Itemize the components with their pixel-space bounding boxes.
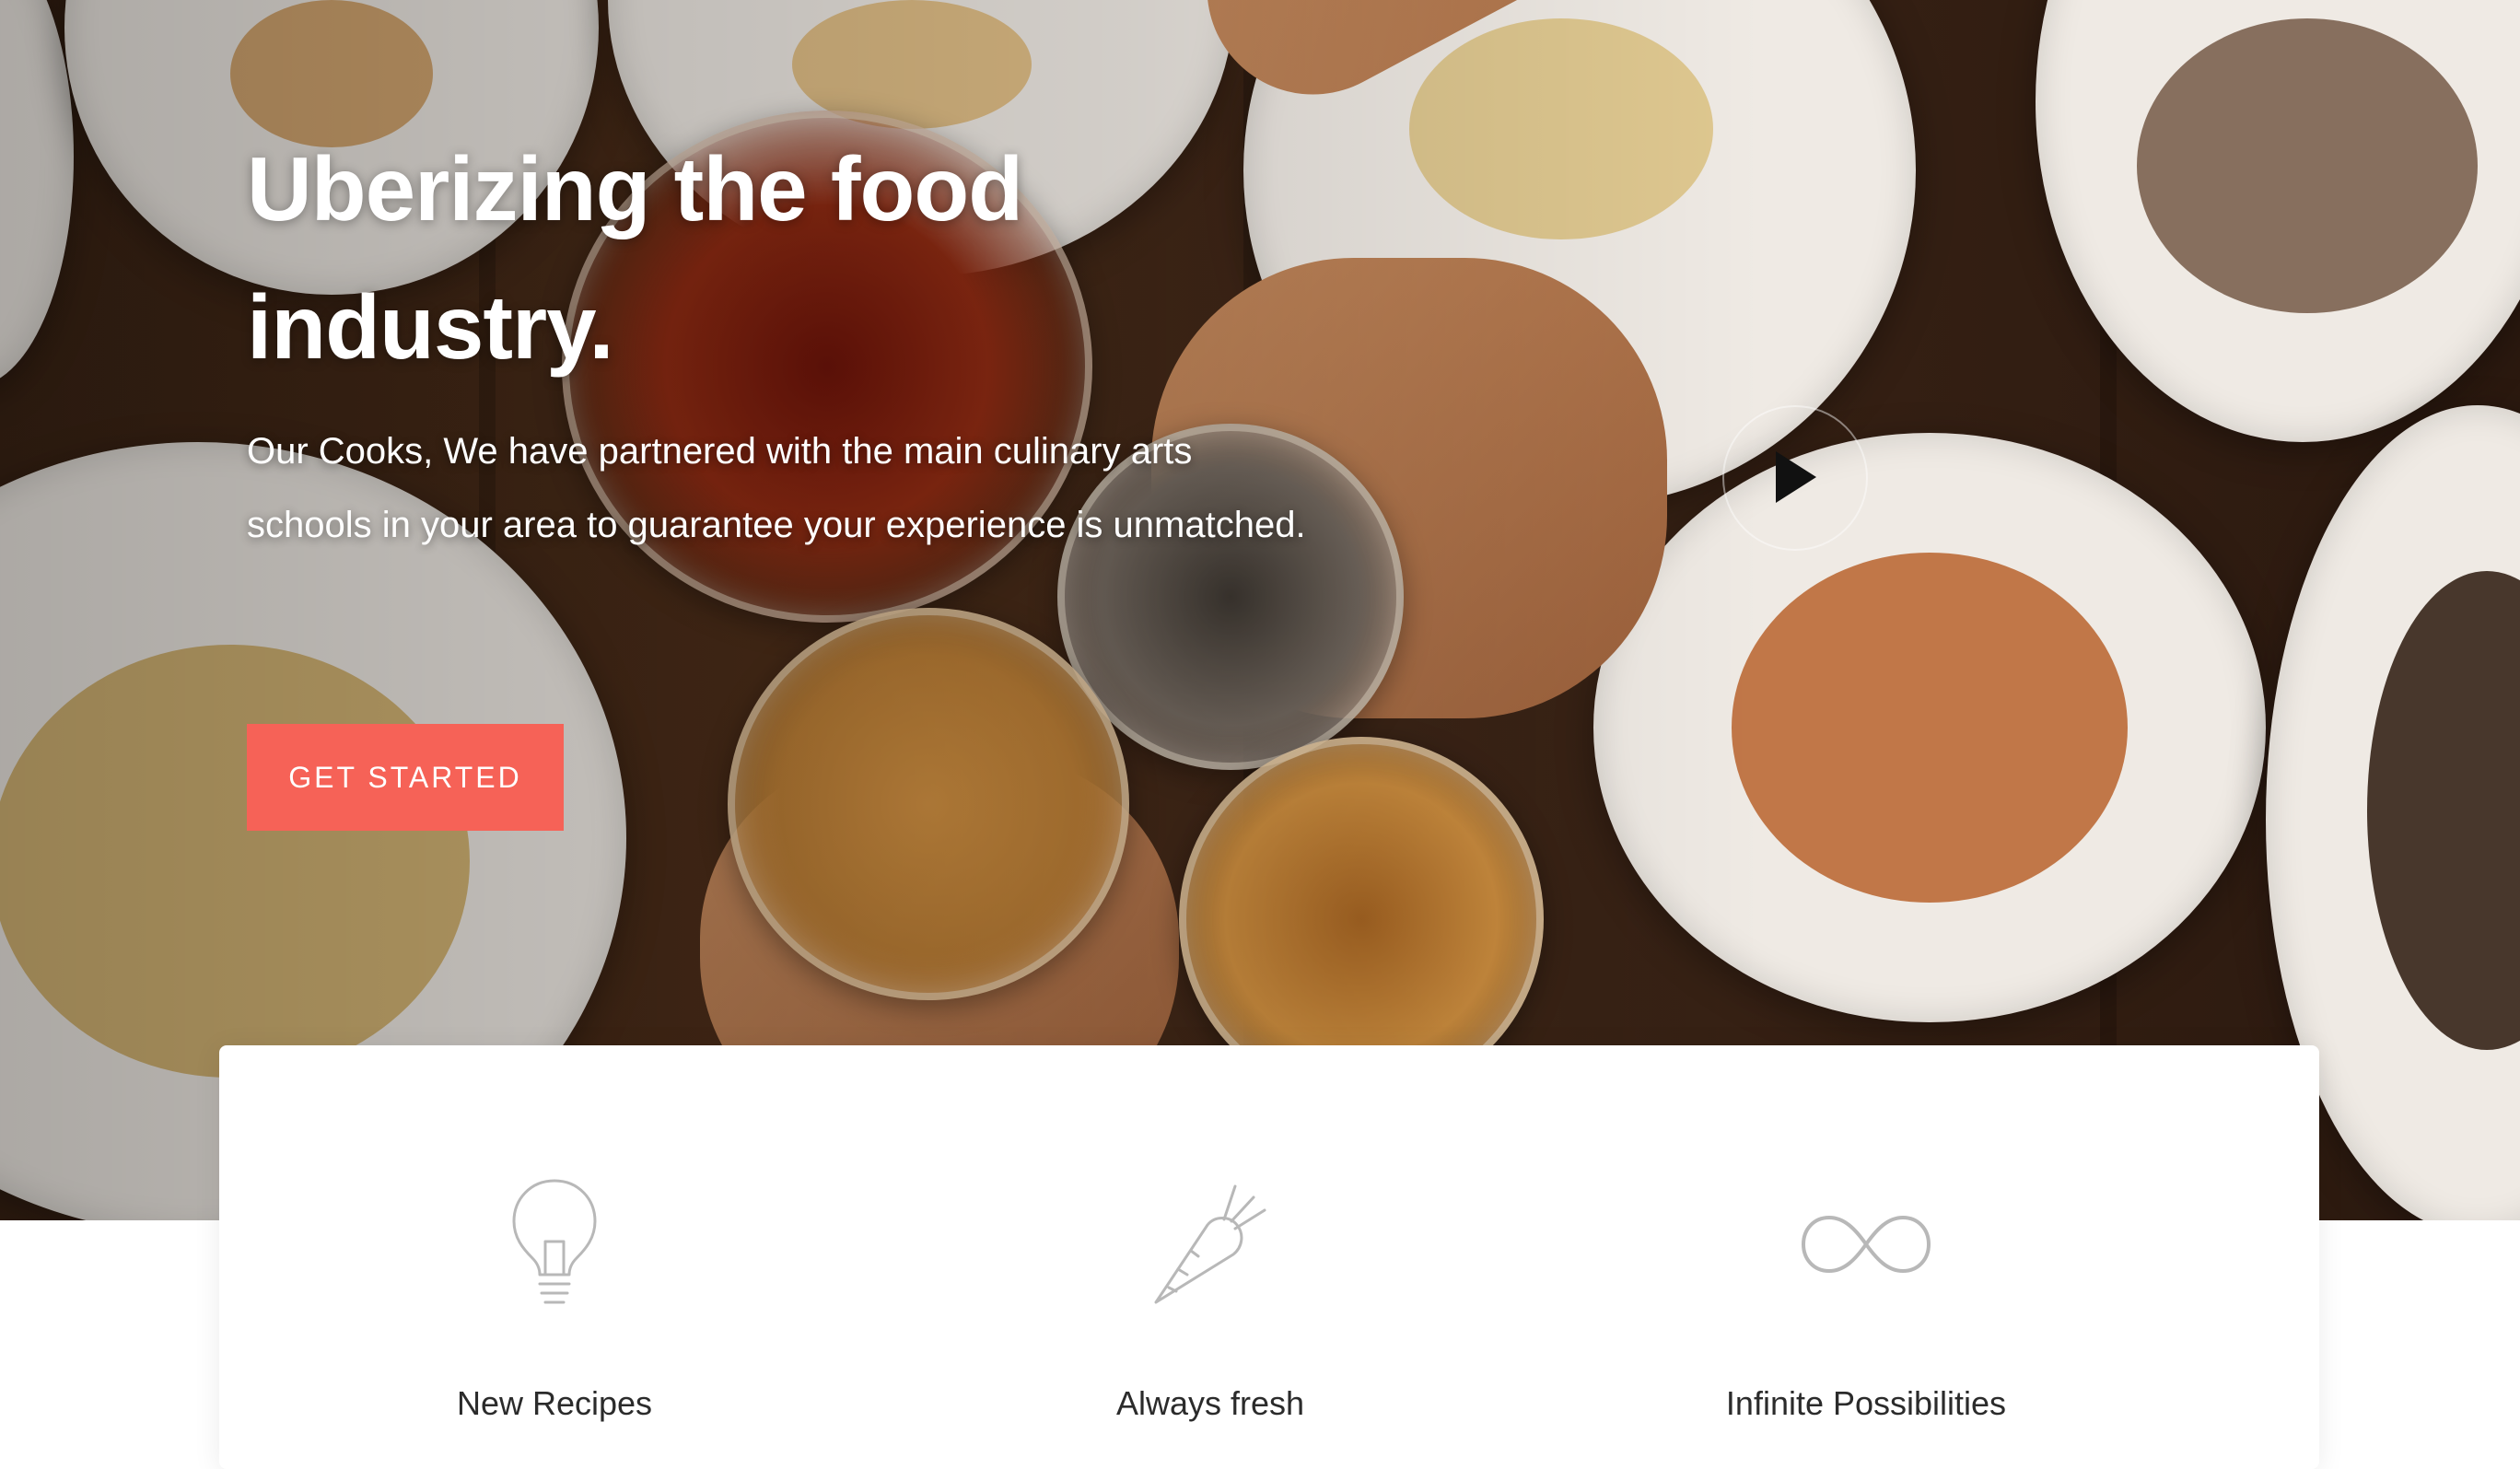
- feature-new-recipes: New Recipes: [278, 1045, 831, 1469]
- hero-subtitle: Our Cooks, We have partnered with the ma…: [247, 431, 1306, 545]
- play-video-button[interactable]: [1722, 405, 1868, 551]
- features-card: New Recipes Always fresh Infinite Possib…: [219, 1045, 2319, 1469]
- get-started-button[interactable]: GET STARTED: [247, 724, 564, 831]
- feature-label: New Recipes: [456, 1384, 653, 1422]
- feature-always-fresh: Always fresh: [934, 1045, 1487, 1469]
- feature-label: Infinite Possibilities: [1725, 1384, 2007, 1422]
- feature-infinite-possibilities: Infinite Possibilities: [1590, 1045, 2142, 1469]
- hero-title: Uberizing the food industry.: [247, 138, 1023, 378]
- feature-label: Always fresh: [1115, 1384, 1305, 1422]
- carrot-icon: [1150, 1177, 1270, 1316]
- hero-section: Uberizing the food industry. Our Cooks, …: [0, 0, 2520, 1220]
- lightbulb-icon: [508, 1177, 601, 1316]
- infinity-icon: [1800, 1177, 1932, 1316]
- play-icon: [1776, 451, 1816, 503]
